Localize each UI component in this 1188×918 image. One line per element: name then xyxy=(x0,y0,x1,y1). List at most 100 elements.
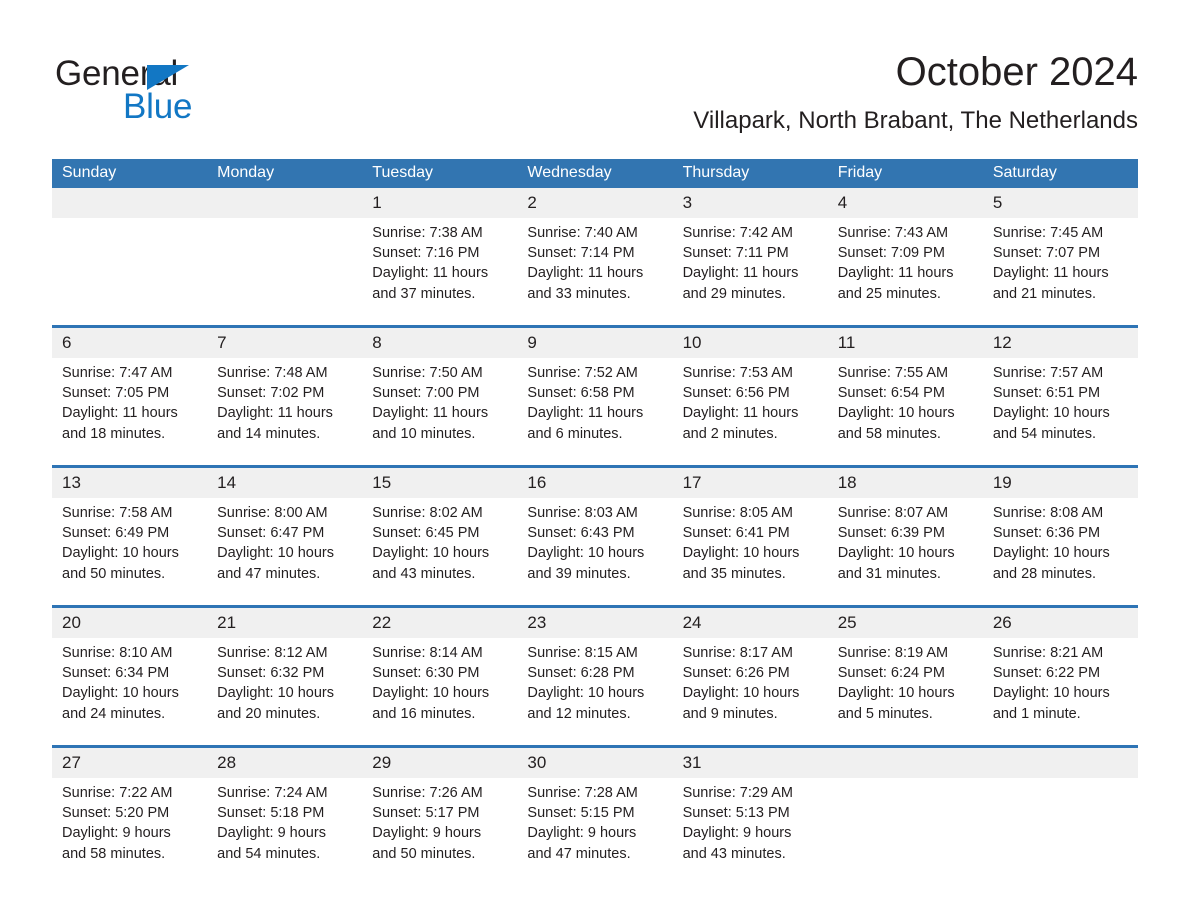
daylight-text-2: and 35 minutes. xyxy=(682,565,786,582)
day-cell[interactable] xyxy=(827,778,983,885)
day-number[interactable]: 18 xyxy=(827,468,983,498)
daylight-text-2: and 16 minutes. xyxy=(372,705,476,722)
daylight-text-1: Daylight: 11 hours xyxy=(372,265,489,282)
day-number[interactable] xyxy=(982,748,1138,778)
day-number[interactable]: 27 xyxy=(52,748,208,778)
day-number[interactable]: 22 xyxy=(362,608,518,638)
day-cell[interactable]: Sunrise: 7:48 AM Sunset: 7:02 PM Dayligh… xyxy=(207,358,363,465)
day-number[interactable]: 30 xyxy=(517,748,673,778)
sunset-text: Sunset: 6:22 PM xyxy=(992,665,1101,682)
day-number[interactable]: 7 xyxy=(207,328,363,358)
day-cell[interactable]: Sunrise: 8:17 AM Sunset: 6:26 PM Dayligh… xyxy=(672,638,828,745)
day-number[interactable]: 29 xyxy=(362,748,518,778)
day-cell[interactable]: Sunrise: 7:29 AM Sunset: 5:13 PM Dayligh… xyxy=(672,778,828,885)
day-number[interactable]: 5 xyxy=(982,188,1138,218)
day-cell[interactable]: Sunrise: 7:53 AM Sunset: 6:56 PM Dayligh… xyxy=(672,358,828,465)
day-cell[interactable]: Sunrise: 7:28 AM Sunset: 5:15 PM Dayligh… xyxy=(517,778,673,885)
day-number[interactable]: 20 xyxy=(52,608,208,638)
week-3-info-row: Sunrise: 7:58 AM Sunset: 6:49 PM Dayligh… xyxy=(52,498,1138,605)
day-cell[interactable]: Sunrise: 8:12 AM Sunset: 6:32 PM Dayligh… xyxy=(207,638,363,745)
day-number[interactable]: 8 xyxy=(362,328,518,358)
day-cell[interactable] xyxy=(982,778,1138,885)
day-cell[interactable]: Sunrise: 8:21 AM Sunset: 6:22 PM Dayligh… xyxy=(982,638,1138,745)
sunset-text: Sunset: 6:43 PM xyxy=(527,525,635,542)
day-cell[interactable]: Sunrise: 8:07 AM Sunset: 6:39 PM Dayligh… xyxy=(827,498,983,605)
day-number[interactable]: 15 xyxy=(362,468,518,498)
day-number[interactable]: 25 xyxy=(827,608,983,638)
day-cell[interactable]: Sunrise: 7:40 AM Sunset: 7:14 PM Dayligh… xyxy=(517,218,673,325)
day-cell[interactable]: Sunrise: 8:02 AM Sunset: 6:45 PM Dayligh… xyxy=(362,498,518,605)
day-number[interactable]: 31 xyxy=(672,748,828,778)
daylight-text-1: Daylight: 11 hours xyxy=(217,405,333,422)
day-number[interactable]: 4 xyxy=(827,188,983,218)
day-number[interactable] xyxy=(207,188,363,218)
day-number[interactable]: 16 xyxy=(517,468,673,498)
weekday-header-friday: Friday xyxy=(827,159,983,188)
day-number[interactable]: 28 xyxy=(207,748,363,778)
day-cell[interactable]: Sunrise: 8:15 AM Sunset: 6:28 PM Dayligh… xyxy=(517,638,673,745)
day-number[interactable]: 3 xyxy=(672,188,828,218)
sunrise-text: Sunrise: 7:24 AM xyxy=(217,785,328,801)
day-cell[interactable]: Sunrise: 7:22 AM Sunset: 5:20 PM Dayligh… xyxy=(52,778,208,885)
day-cell[interactable] xyxy=(52,218,208,325)
day-cell[interactable]: Sunrise: 7:38 AM Sunset: 7:16 PM Dayligh… xyxy=(362,218,518,325)
daylight-text-2: and 43 minutes. xyxy=(682,845,786,862)
day-cell[interactable]: Sunrise: 8:05 AM Sunset: 6:41 PM Dayligh… xyxy=(672,498,828,605)
day-number[interactable]: 26 xyxy=(982,608,1138,638)
sunset-text: Sunset: 6:28 PM xyxy=(527,665,635,682)
day-number[interactable]: 17 xyxy=(672,468,828,498)
day-number[interactable]: 13 xyxy=(52,468,208,498)
daylight-text-1: Daylight: 10 hours xyxy=(372,685,490,702)
day-cell[interactable]: Sunrise: 7:57 AM Sunset: 6:51 PM Dayligh… xyxy=(982,358,1138,465)
day-cell[interactable]: Sunrise: 7:43 AM Sunset: 7:09 PM Dayligh… xyxy=(827,218,983,325)
day-number[interactable]: 21 xyxy=(207,608,363,638)
day-number[interactable]: 12 xyxy=(982,328,1138,358)
day-cell[interactable]: Sunrise: 8:00 AM Sunset: 6:47 PM Dayligh… xyxy=(207,498,363,605)
day-number[interactable]: 9 xyxy=(517,328,673,358)
page-subtitle: Villapark, North Brabant, The Netherland… xyxy=(693,107,1138,134)
daylight-text-2: and 5 minutes. xyxy=(837,705,933,722)
day-cell[interactable]: Sunrise: 7:42 AM Sunset: 7:11 PM Dayligh… xyxy=(672,218,828,325)
day-number[interactable] xyxy=(52,188,208,218)
day-cell[interactable]: Sunrise: 8:08 AM Sunset: 6:36 PM Dayligh… xyxy=(982,498,1138,605)
daylight-text-2: and 54 minutes. xyxy=(217,845,321,862)
day-number[interactable]: 23 xyxy=(517,608,673,638)
day-cell[interactable]: Sunrise: 8:03 AM Sunset: 6:43 PM Dayligh… xyxy=(517,498,673,605)
sunrise-sunset-calendar: Sunday Monday Tuesday Wednesday Thursday… xyxy=(52,159,1138,885)
sunset-text: Sunset: 5:15 PM xyxy=(527,805,635,822)
sunrise-text: Sunrise: 8:15 AM xyxy=(527,645,638,661)
day-number[interactable]: 1 xyxy=(362,188,518,218)
day-cell[interactable]: Sunrise: 8:19 AM Sunset: 6:24 PM Dayligh… xyxy=(827,638,983,745)
day-cell[interactable]: Sunrise: 7:47 AM Sunset: 7:05 PM Dayligh… xyxy=(52,358,208,465)
day-cell[interactable]: Sunrise: 7:45 AM Sunset: 7:07 PM Dayligh… xyxy=(982,218,1138,325)
day-cell[interactable]: Sunrise: 7:50 AM Sunset: 7:00 PM Dayligh… xyxy=(362,358,518,465)
day-number[interactable]: 10 xyxy=(672,328,828,358)
sunrise-text: Sunrise: 7:48 AM xyxy=(217,365,328,381)
daylight-text-2: and 9 minutes. xyxy=(682,705,778,722)
day-number[interactable]: 24 xyxy=(672,608,828,638)
day-number[interactable]: 11 xyxy=(827,328,983,358)
day-cell[interactable]: Sunrise: 7:55 AM Sunset: 6:54 PM Dayligh… xyxy=(827,358,983,465)
day-number[interactable] xyxy=(827,748,983,778)
day-number[interactable]: 14 xyxy=(207,468,363,498)
sunset-text: Sunset: 5:20 PM xyxy=(62,805,170,822)
sunset-text: Sunset: 6:39 PM xyxy=(837,525,945,542)
day-cell[interactable]: Sunrise: 7:58 AM Sunset: 6:49 PM Dayligh… xyxy=(52,498,208,605)
day-cell[interactable]: Sunrise: 7:52 AM Sunset: 6:58 PM Dayligh… xyxy=(517,358,673,465)
day-number[interactable]: 2 xyxy=(517,188,673,218)
day-cell[interactable]: Sunrise: 7:24 AM Sunset: 5:18 PM Dayligh… xyxy=(207,778,363,885)
week-4-daynum-row: 20 21 22 23 24 25 26 xyxy=(52,608,1138,638)
daylight-text-2: and 37 minutes. xyxy=(372,285,476,302)
sunset-text: Sunset: 5:18 PM xyxy=(217,805,325,822)
day-cell[interactable] xyxy=(207,218,363,325)
daylight-text-1: Daylight: 10 hours xyxy=(682,685,800,702)
day-cell[interactable]: Sunrise: 8:14 AM Sunset: 6:30 PM Dayligh… xyxy=(362,638,518,745)
weekday-header-saturday: Saturday xyxy=(982,159,1138,188)
day-number[interactable]: 6 xyxy=(52,328,208,358)
sunset-text: Sunset: 6:26 PM xyxy=(682,665,790,682)
sunset-text: Sunset: 5:17 PM xyxy=(372,805,480,822)
day-cell[interactable]: Sunrise: 7:26 AM Sunset: 5:17 PM Dayligh… xyxy=(362,778,518,885)
general-blue-logo[interactable]: General Blue xyxy=(52,54,252,134)
day-cell[interactable]: Sunrise: 8:10 AM Sunset: 6:34 PM Dayligh… xyxy=(52,638,208,745)
day-number[interactable]: 19 xyxy=(982,468,1138,498)
